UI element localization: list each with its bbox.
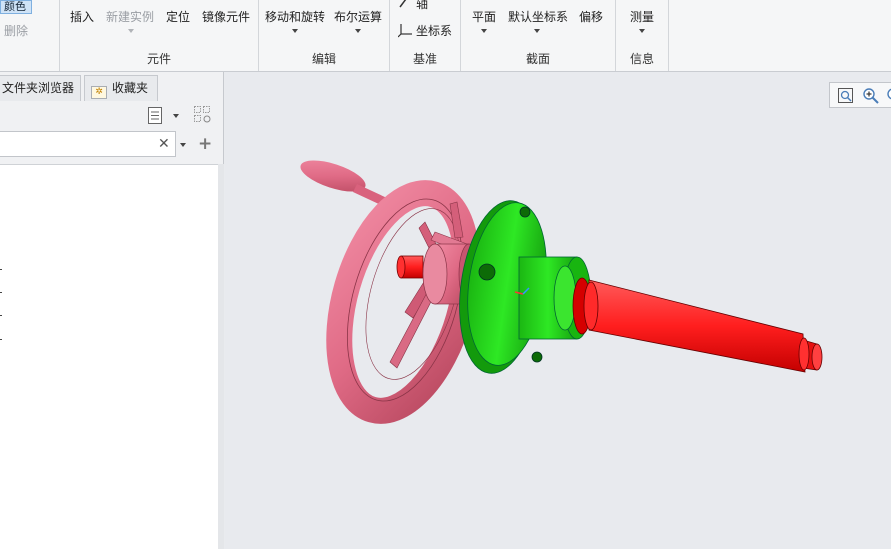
navigator-tabs: 文件夹浏览器 ✲ 收藏夹 — [0, 75, 224, 101]
search-filter-dropdown-icon[interactable] — [180, 143, 186, 147]
tree-list-dropdown-icon[interactable] — [173, 114, 179, 118]
tree-item-marker — [0, 339, 2, 340]
tree-item-marker — [0, 292, 2, 293]
axis-button[interactable]: 轴 — [416, 0, 428, 12]
color-button[interactable]: 颜色 — [0, 0, 32, 14]
group-label-components: 元件 — [146, 52, 171, 66]
add-icon[interactable]: + — [198, 134, 212, 154]
handwheel-grip — [300, 160, 387, 206]
tree-scrollbar[interactable] — [218, 164, 224, 549]
measure-dropdown-icon[interactable] — [639, 29, 645, 33]
navigator-panel: 文件夹浏览器 ✲ 收藏夹 ✕ + — [0, 72, 224, 549]
new-instance-button[interactable]: 新建实例 — [106, 8, 154, 25]
csys-icon — [398, 24, 412, 38]
favorites-icon: ✲ — [91, 86, 107, 99]
tab-favorites[interactable]: ✲ 收藏夹 — [84, 75, 158, 101]
tree-search-box: ✕ — [0, 131, 176, 157]
clear-icon[interactable]: ✕ — [158, 136, 170, 152]
tab-favorites-label: 收藏夹 — [112, 81, 149, 95]
tree-item-marker — [0, 315, 2, 316]
ribbon-group-components: 插入 新建实例 定位 镜像元件 元件 — [60, 0, 259, 71]
group-label-datum: 基准 — [412, 52, 437, 66]
group-label-edit: 编辑 — [311, 52, 336, 66]
ribbon-group-datum: 轴 坐标系 基准 — [390, 0, 461, 71]
default-csys-dropdown-icon[interactable] — [534, 29, 540, 33]
graphics-area[interactable] — [225, 72, 891, 549]
ribbon-group-section: 平面 默认坐标系 偏移 截面 — [461, 0, 616, 71]
boolean-ops-dropdown-icon[interactable] — [355, 29, 361, 33]
group-label-section: 截面 — [525, 52, 550, 66]
tab-folder-browser[interactable]: 文件夹浏览器 — [0, 75, 81, 101]
assembly-model[interactable] — [225, 72, 891, 549]
mirror-component-button[interactable]: 镜像元件 — [202, 8, 250, 25]
tree-toolbar — [0, 102, 224, 128]
csys-button[interactable]: 坐标系 — [416, 22, 452, 39]
boolean-ops-button[interactable]: 布尔运算 — [334, 8, 382, 25]
offset-section-button[interactable]: 偏移 — [579, 8, 603, 25]
default-csys-section-button[interactable]: 默认坐标系 — [508, 8, 568, 25]
move-rotate-button[interactable]: 移动和旋转 — [265, 8, 325, 25]
plane-section-dropdown-icon[interactable] — [481, 29, 487, 33]
axis-icon — [399, 0, 407, 8]
ribbon-group-info: 测量 信息 — [616, 0, 669, 71]
measure-button[interactable]: 测量 — [630, 8, 654, 25]
tree-item-marker — [0, 269, 2, 270]
ribbon-group-edit: 移动和旋转 布尔运算 编辑 — [259, 0, 390, 71]
plane-section-button[interactable]: 平面 — [472, 8, 496, 25]
move-rotate-dropdown-icon[interactable] — [292, 29, 298, 33]
tree-settings-icon[interactable] — [193, 105, 213, 125]
model-tree[interactable] — [0, 164, 218, 549]
ribbon: 颜色 删除 插入 新建实例 定位 镜像元件 元件 移动和旋转 布尔运算 编辑 轴… — [0, 0, 891, 72]
shaft — [572, 277, 823, 373]
ribbon-group-appearance: 颜色 删除 — [0, 0, 60, 71]
new-instance-dropdown-icon[interactable] — [128, 29, 134, 33]
locate-button[interactable]: 定位 — [166, 8, 190, 25]
tab-folder-browser-label: 文件夹浏览器 — [2, 81, 75, 95]
shaft-left-end — [396, 255, 424, 279]
group-label-info: 信息 — [629, 52, 654, 66]
tree-search-input[interactable] — [0, 132, 150, 156]
delete-button[interactable]: 删除 — [4, 22, 28, 39]
insert-button[interactable]: 插入 — [70, 8, 94, 25]
tree-list-icon[interactable] — [147, 106, 165, 126]
